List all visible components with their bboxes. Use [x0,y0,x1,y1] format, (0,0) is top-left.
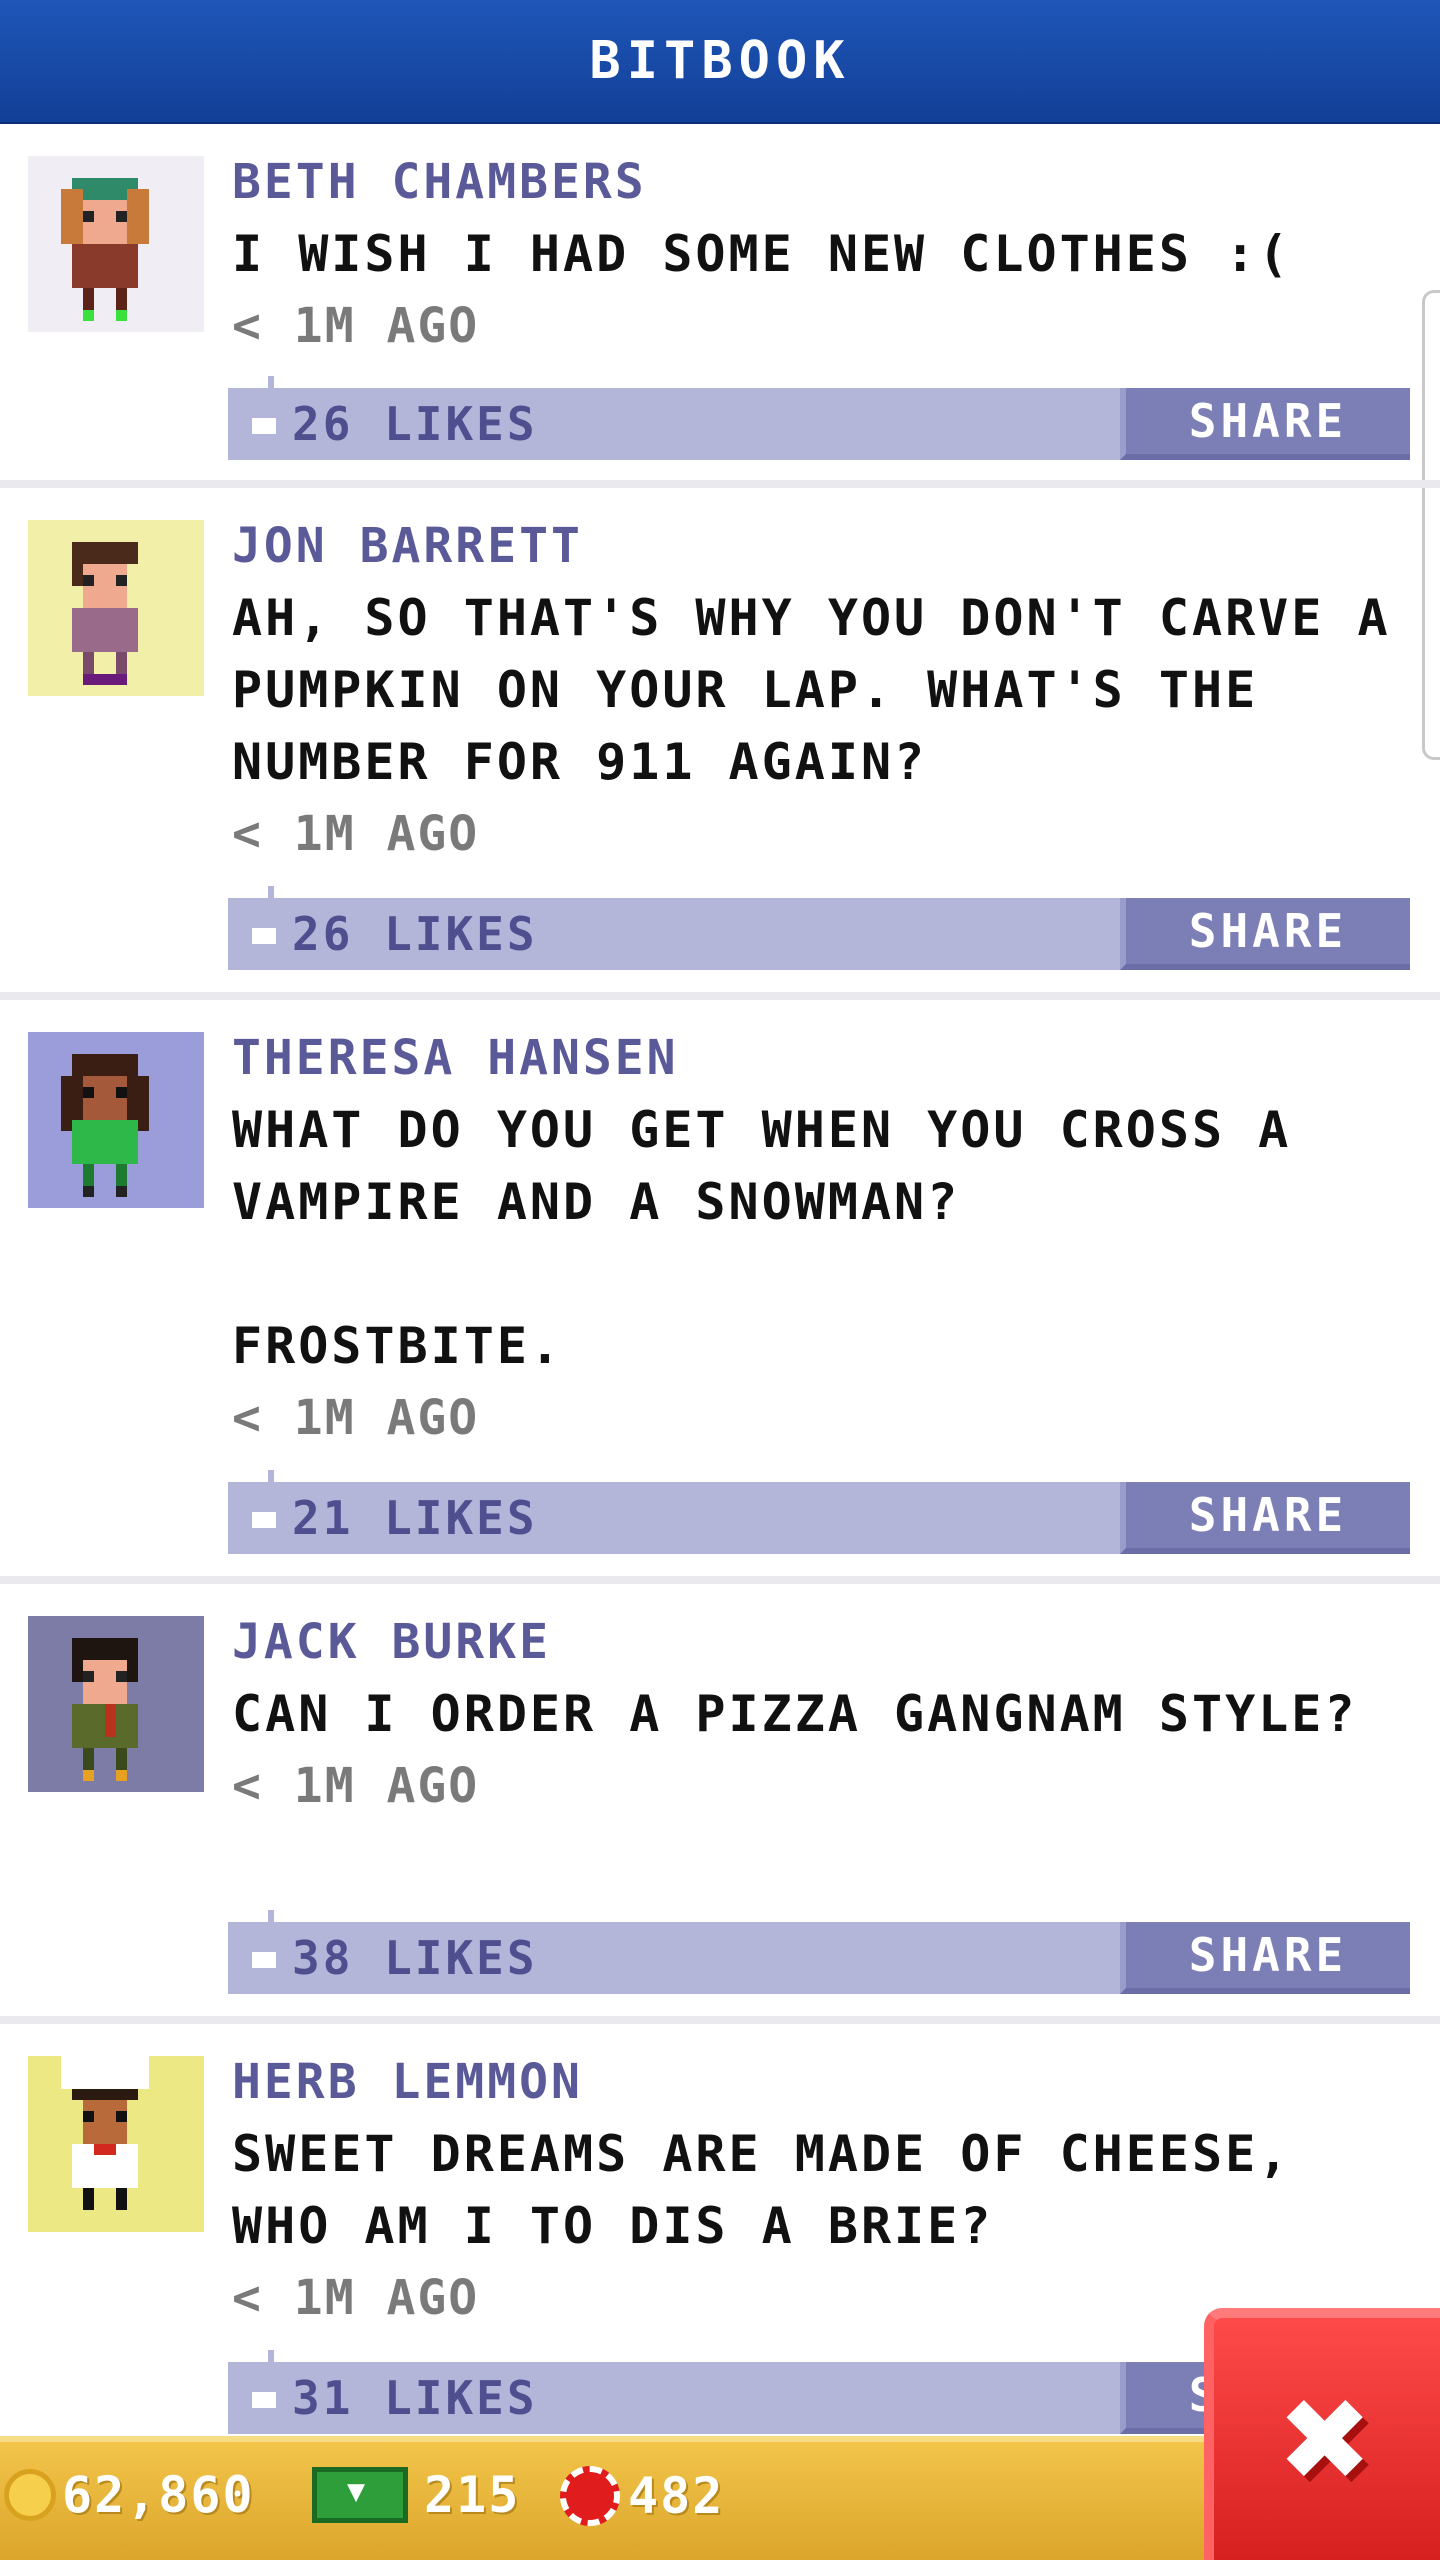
post-time: < 1M AGO [232,298,480,354]
app-header: BITBOOK [0,0,1440,124]
post-author[interactable]: JACK BURKE [232,1606,1410,1678]
like-icon[interactable] [242,886,286,956]
post-text: CAN I ORDER A PIZZA GANGNAM STYLE? [232,1685,1358,1743]
bux-value: 215 [424,2466,521,2524]
likes-count: 31 LIKES [292,2371,538,2425]
share-button[interactable]: SHARE [1120,898,1410,970]
post-body: BETH CHAMBERS I WISH I HAD SOME NEW CLOT… [232,146,1410,362]
post-time: < 1M AGO [232,1390,480,1446]
post-author[interactable]: BETH CHAMBERS [232,146,1410,218]
coins-stat: 62,860 [4,2466,255,2524]
post-time: < 1M AGO [232,806,480,862]
close-button[interactable]: ✖ [1204,2308,1440,2560]
post-author[interactable]: JON BARRETT [232,510,1410,582]
share-button[interactable]: SHARE [1120,1482,1410,1554]
bitizen-avatar-icon[interactable] [28,156,204,332]
post-text: SWEET DREAMS ARE MADE OF CHEESE, WHO AM … [232,2125,1325,2255]
post-text: I WISH I HAD SOME NEW CLOTHES :( [232,225,1292,283]
likes-bar: 38 LIKES SHARE [228,1910,1410,1994]
post-time: < 1M AGO [232,1758,480,1814]
feed-post: BETH CHAMBERS I WISH I HAD SOME NEW CLOT… [0,124,1440,488]
bitizen-avatar-icon[interactable] [28,520,204,696]
likes-bar: 26 LIKES SHARE [228,886,1410,970]
likes-count: 26 LIKES [292,397,538,451]
post-body: JON BARRETT AH, SO THAT'S WHY YOU DON'T … [232,510,1410,870]
likes-bar: 21 LIKES SHARE [228,1470,1410,1554]
tokens-stat: 482 [560,2466,724,2526]
post-body: JACK BURKE CAN I ORDER A PIZZA GANGNAM S… [232,1606,1410,1822]
bitizen-avatar-icon[interactable] [28,1616,204,1792]
post-body: THERESA HANSEN WHAT DO YOU GET WHEN YOU … [232,1022,1410,1454]
bitbook-screen: BITBOOK BETH CHAMBERS I WISH I HAD SOME … [0,0,1440,2560]
like-icon[interactable] [242,2350,286,2420]
post-author[interactable]: THERESA HANSEN [232,1022,1410,1094]
likes-count: 38 LIKES [292,1931,538,1985]
bitizen-avatar-icon[interactable] [28,1032,204,1208]
token-icon [560,2466,620,2526]
bux-stat: 215 [312,2466,520,2524]
feed-post: JON BARRETT AH, SO THAT'S WHY YOU DON'T … [0,488,1440,1000]
share-button[interactable]: SHARE [1120,1922,1410,1994]
coin-icon [4,2469,56,2521]
likes-count: 26 LIKES [292,907,538,961]
likes-count: 21 LIKES [292,1491,538,1545]
bux-icon [312,2467,408,2523]
coins-value: 62,860 [62,2466,255,2524]
like-icon[interactable] [242,376,286,446]
app-title: BITBOOK [589,31,851,91]
chef-avatar-icon[interactable] [28,2056,204,2232]
feed: BETH CHAMBERS I WISH I HAD SOME NEW CLOT… [0,124,1440,2464]
likes-bar: 26 LIKES SHARE [228,376,1410,460]
post-body: HERB LEMMON SWEET DREAMS ARE MADE OF CHE… [232,2046,1410,2334]
post-text: AH, SO THAT'S WHY YOU DON'T CARVE A PUMP… [232,589,1424,791]
feed-post: THERESA HANSEN WHAT DO YOU GET WHEN YOU … [0,1000,1440,1584]
feed-post: JACK BURKE CAN I ORDER A PIZZA GANGNAM S… [0,1584,1440,2024]
close-icon: ✖ [1281,2352,1373,2526]
like-icon[interactable] [242,1470,286,1540]
post-author[interactable]: HERB LEMMON [232,2046,1410,2118]
like-icon[interactable] [242,1910,286,1980]
tokens-value: 482 [628,2467,725,2525]
post-text: WHAT DO YOU GET WHEN YOU CROSS A VAMPIRE… [232,1101,1292,1375]
share-button[interactable]: SHARE [1120,388,1410,460]
